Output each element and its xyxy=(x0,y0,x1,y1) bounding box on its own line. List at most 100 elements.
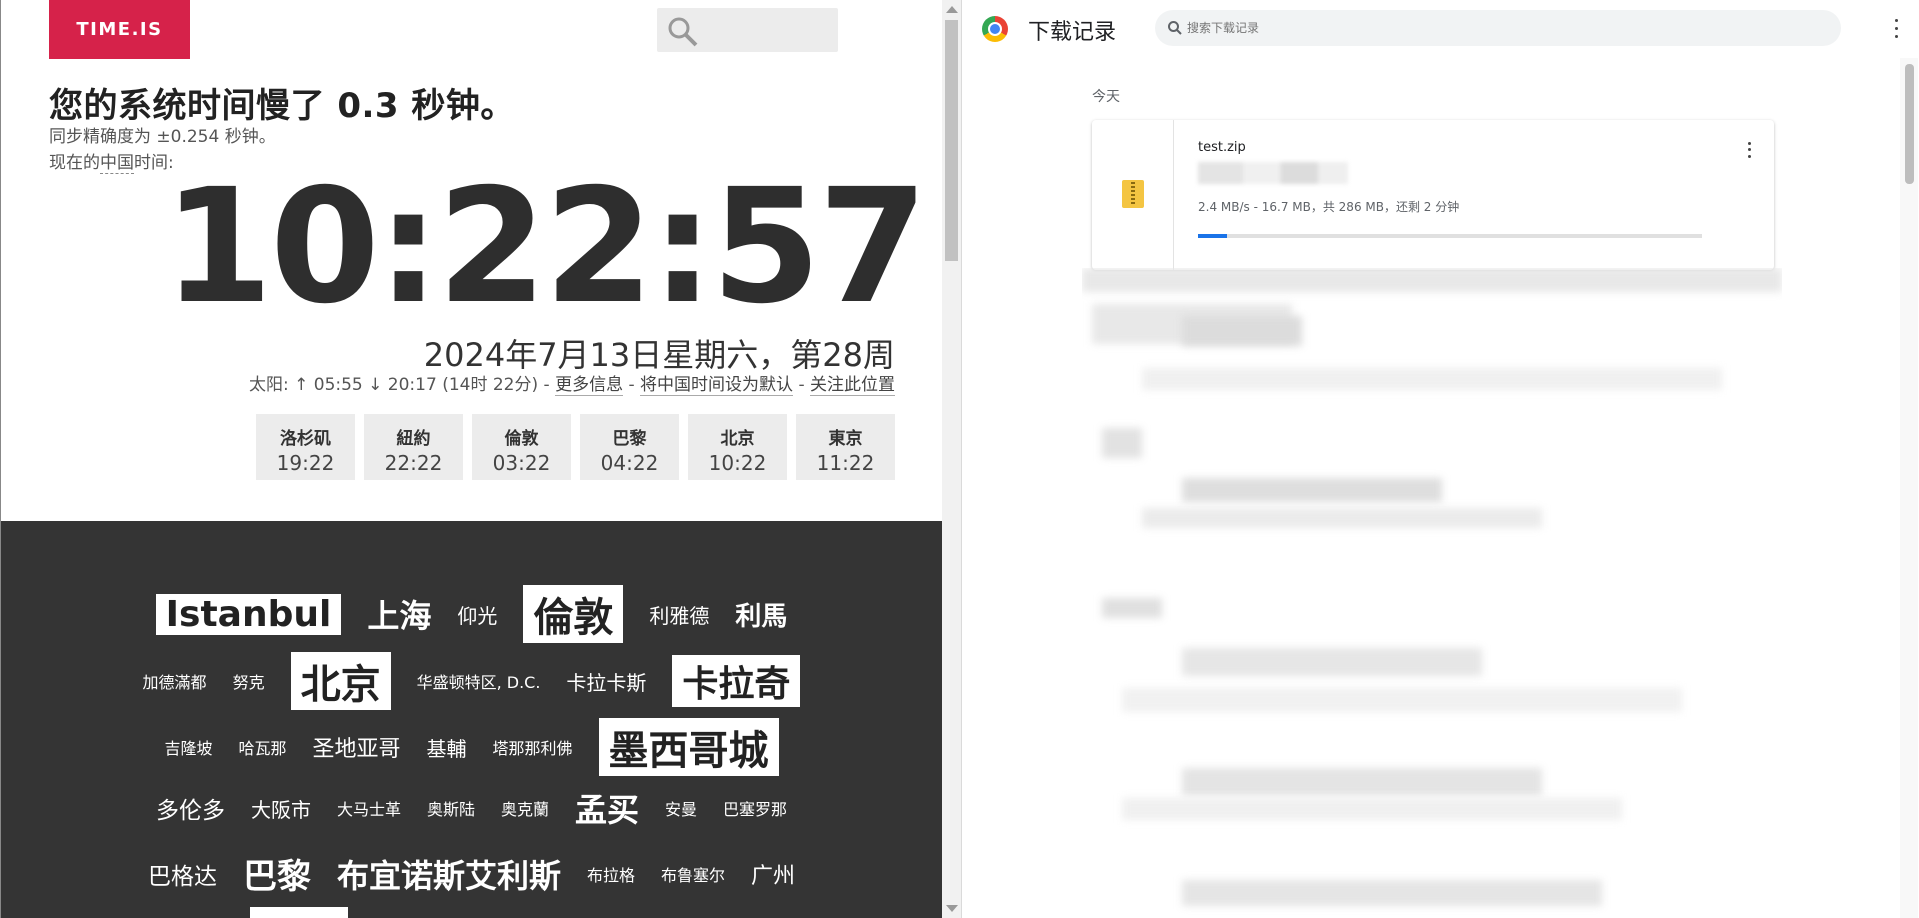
city-link[interactable]: 卡拉卡斯 xyxy=(566,667,646,696)
now-prefix: 现在的 xyxy=(49,153,100,173)
city-time: 19:22 xyxy=(276,451,335,475)
search-icon xyxy=(1168,21,1182,35)
redacted-download-list xyxy=(1082,268,1782,918)
downloads-toolbar: 下载记录 xyxy=(962,0,1919,58)
city-link[interactable]: 上海 xyxy=(367,591,431,637)
separator: - xyxy=(543,375,550,395)
separator: - xyxy=(628,375,635,395)
city-link[interactable]: 安曼 xyxy=(665,796,697,820)
scroll-down-arrow-icon[interactable] xyxy=(946,905,958,912)
set-default-link[interactable]: 将中国时间设为默认 xyxy=(640,375,794,396)
city-name: 巴黎 xyxy=(612,429,647,449)
city-link[interactable]: 广州 xyxy=(751,858,795,890)
sun-line: 太阳: ↑ 05:55 ↓ 20:17 (14时 22分) - 更多信息 - 将… xyxy=(248,370,895,396)
city-clock[interactable]: 北京 10:22 xyxy=(688,414,787,480)
city-clock[interactable]: 巴黎 04:22 xyxy=(580,414,679,480)
city-link[interactable]: Istanbul xyxy=(155,593,342,635)
more-info-link[interactable]: 更多信息 xyxy=(555,375,624,396)
cloud-row: Istanbul 上海 仰光 倫敦 利雅德 利馬 xyxy=(1,585,942,643)
city-link[interactable]: 布鲁塞尔 xyxy=(661,862,725,886)
city-link[interactable]: 巴黎 xyxy=(243,849,311,898)
city-name: 倫敦 xyxy=(504,429,539,449)
downloads-search[interactable] xyxy=(1155,10,1841,46)
city-link[interactable]: 墨西哥城 xyxy=(598,718,779,776)
city-link[interactable]: 倫敦 xyxy=(523,585,624,643)
sync-accuracy: 同步精确度为 ±0.254 秒钟。 xyxy=(49,127,276,147)
city-link[interactable]: 基輔 xyxy=(427,733,467,762)
main-clock: 10:22:57 xyxy=(163,155,928,339)
file-icon-column xyxy=(1092,120,1174,270)
right-scrollbar[interactable] xyxy=(1900,58,1918,918)
city-time: 10:22 xyxy=(708,451,767,475)
city-link[interactable]: 布拉格 xyxy=(587,862,635,886)
partial-city-link[interactable] xyxy=(250,907,348,918)
city-link[interactable]: 多伦多 xyxy=(156,791,225,825)
city-clock[interactable]: 倫敦 03:22 xyxy=(472,414,571,480)
download-status: 2.4 MB/s - 16.7 MB，共 286 MB，还剩 2 分钟 xyxy=(1198,200,1460,214)
download-filename[interactable]: test.zip xyxy=(1198,140,1246,155)
follow-location-link[interactable]: 关注此位置 xyxy=(810,375,895,396)
search-icon[interactable] xyxy=(667,16,699,48)
city-link[interactable]: 吉隆坡 xyxy=(164,735,212,759)
left-scrollbar[interactable] xyxy=(942,0,962,918)
scroll-up-arrow-icon[interactable] xyxy=(946,6,958,13)
sun-times: ↑ 05:55 ↓ 20:17 (14时 22分) xyxy=(294,375,539,395)
city-link[interactable]: 仰光 xyxy=(457,600,497,629)
city-link[interactable]: 努克 xyxy=(233,669,265,693)
city-cloud: Istanbul 上海 仰光 倫敦 利雅德 利馬 加德滿都 努克 北京 华盛顿特… xyxy=(1,521,942,918)
date-section-header: 今天 xyxy=(1092,89,1120,105)
city-link[interactable]: 圣地亚哥 xyxy=(313,731,401,763)
city-time: 03:22 xyxy=(492,451,551,475)
city-link[interactable]: 奥克蘭 xyxy=(501,796,549,820)
page-title: 下载记录 xyxy=(1028,20,1117,45)
city-link[interactable]: 卡拉奇 xyxy=(672,655,801,707)
now-label: 现在的中国时间: xyxy=(49,148,174,174)
download-progress xyxy=(1198,234,1702,238)
timeis-pane: TIME.IS 您的系统时间慢了 0.3 秒钟。 同步精确度为 ±0.254 秒… xyxy=(0,0,962,918)
city-clocks: 洛杉矶 19:22 紐約 22:22 倫敦 03:22 巴黎 04:22 北京 10:22… xyxy=(256,414,895,480)
more-vert-icon[interactable] xyxy=(1886,16,1906,40)
cloud-row: 多伦多 大阪市 大马士革 奥斯陆 奥克蘭 孟买 安曼 巴塞罗那 xyxy=(1,785,942,831)
city-link[interactable]: 巴塞罗那 xyxy=(723,796,787,820)
more-vert-icon[interactable] xyxy=(1742,140,1756,160)
city-time: 11:22 xyxy=(816,451,875,475)
city-link[interactable]: 华盛顿特区, D.C. xyxy=(417,669,541,693)
sync-headline: 您的系统时间慢了 0.3 秒钟。 xyxy=(49,86,515,126)
timeis-logo[interactable]: TIME.IS xyxy=(49,0,190,59)
city-time: 04:22 xyxy=(600,451,659,475)
city-link[interactable]: 塔那那利佛 xyxy=(493,735,573,759)
separator: - xyxy=(798,375,805,395)
city-link[interactable]: 大阪市 xyxy=(251,794,311,823)
city-name: 北京 xyxy=(720,429,755,449)
city-link[interactable]: 大马士革 xyxy=(337,796,401,820)
search-input[interactable] xyxy=(1187,18,1787,38)
cloud-row: 加德滿都 努克 北京 华盛顿特区, D.C. 卡拉卡斯 卡拉奇 xyxy=(1,652,942,710)
downloads-pane: 下载记录 今天 test.zip 2.4 MB/s - 16.7 MB，共 28… xyxy=(961,0,1919,918)
city-link[interactable]: 布宜诺斯艾利斯 xyxy=(337,851,561,897)
download-item: test.zip 2.4 MB/s - 16.7 MB，共 286 MB，还剩 … xyxy=(1092,120,1774,270)
cloud-row: 巴格达 巴黎 布宜诺斯艾利斯 布拉格 布鲁塞尔 广州 xyxy=(1,849,942,898)
city-link[interactable]: 北京 xyxy=(290,652,391,710)
city-link[interactable]: 利雅德 xyxy=(649,600,709,629)
city-clock[interactable]: 洛杉矶 19:22 xyxy=(256,414,355,480)
city-link[interactable]: 哈瓦那 xyxy=(238,735,286,759)
scrollbar-thumb[interactable] xyxy=(1905,64,1914,184)
city-name: 東京 xyxy=(828,429,863,449)
city-link[interactable]: 利馬 xyxy=(735,596,787,633)
sun-label: 太阳: xyxy=(248,375,289,395)
city-time: 22:22 xyxy=(384,451,443,475)
zip-file-icon xyxy=(1122,180,1144,208)
redacted-source xyxy=(1198,162,1348,184)
city-link[interactable]: 孟买 xyxy=(575,785,639,831)
city-link[interactable]: 加德滿都 xyxy=(143,669,207,693)
city-name: 紐約 xyxy=(396,429,431,449)
now-place-link[interactable]: 中国 xyxy=(100,153,134,174)
timeis-search-box[interactable] xyxy=(657,8,838,52)
city-clock[interactable]: 東京 11:22 xyxy=(796,414,895,480)
city-clock[interactable]: 紐約 22:22 xyxy=(364,414,463,480)
cloud-row: 吉隆坡 哈瓦那 圣地亚哥 基輔 塔那那利佛 墨西哥城 xyxy=(1,718,942,776)
progress-fill xyxy=(1198,234,1228,238)
scrollbar-thumb[interactable] xyxy=(945,20,958,261)
city-link[interactable]: 巴格达 xyxy=(148,857,217,891)
city-link[interactable]: 奥斯陆 xyxy=(427,796,475,820)
